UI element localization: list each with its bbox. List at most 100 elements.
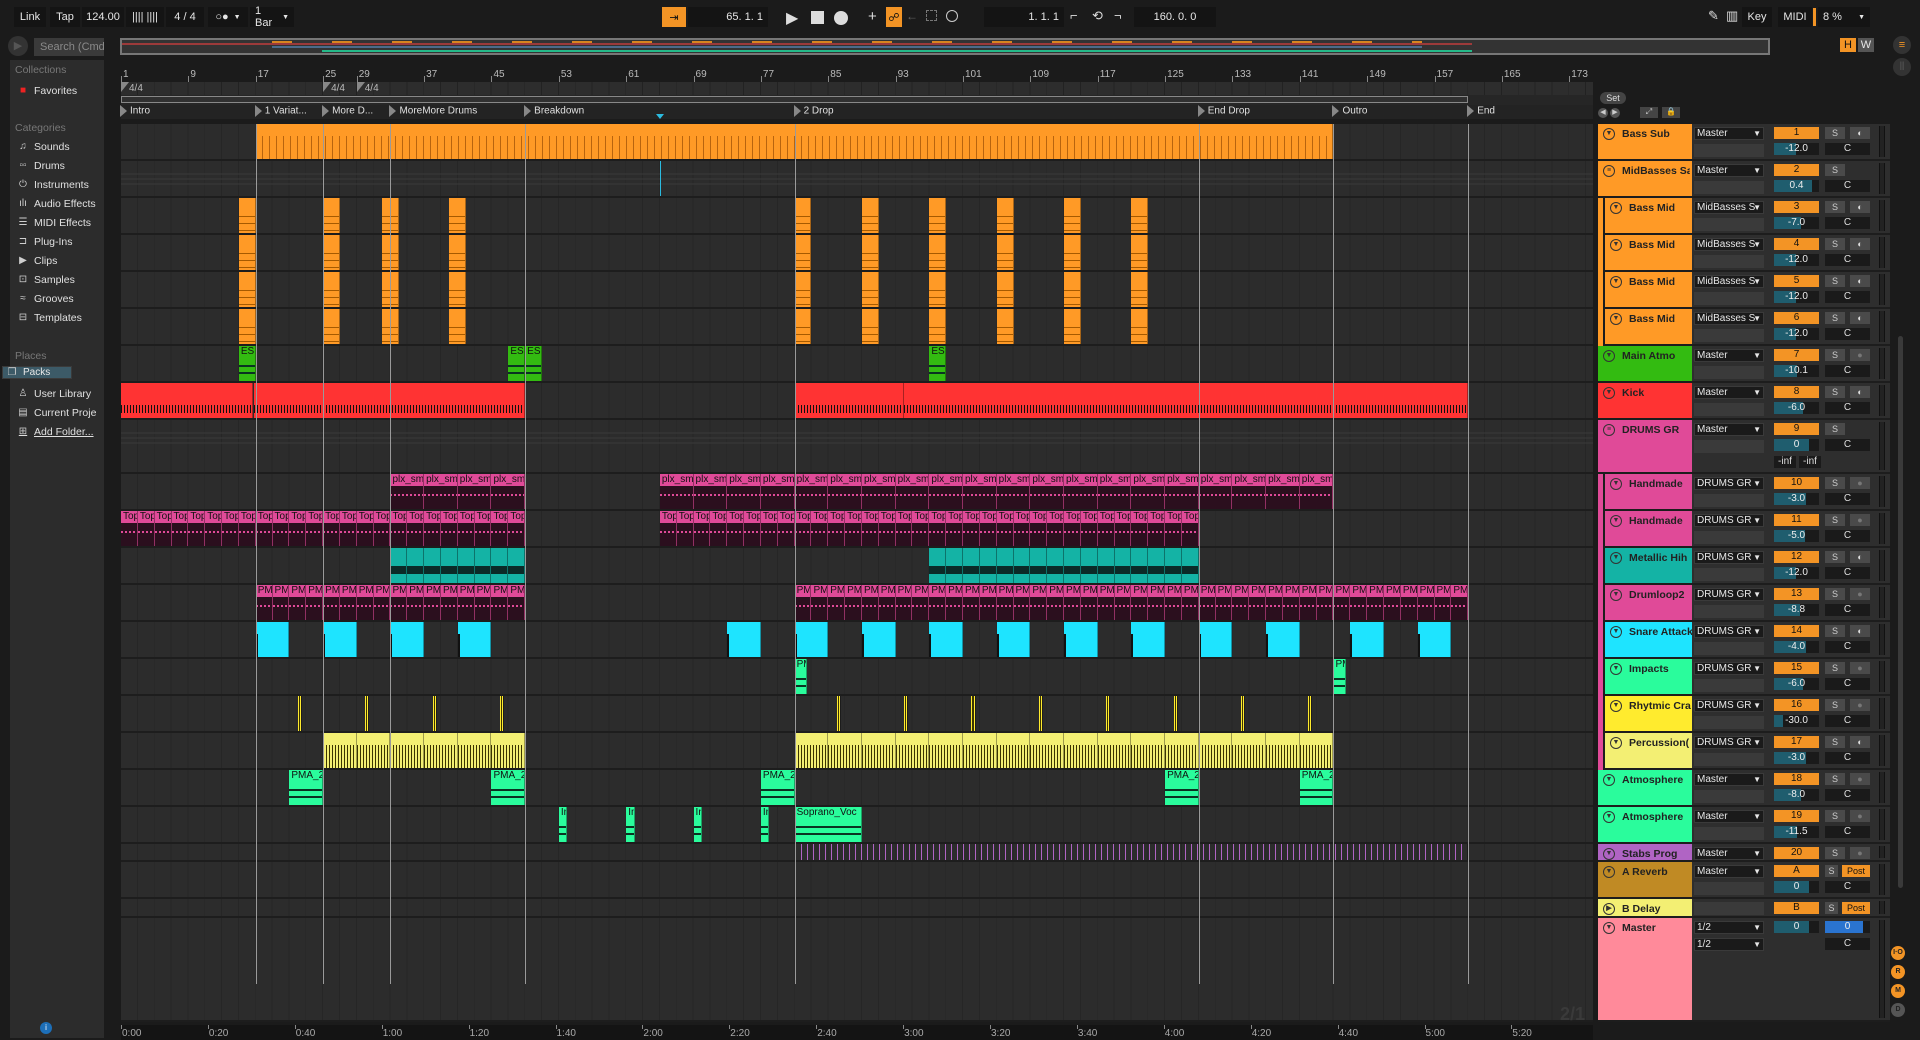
fold-icon[interactable]: ▼ [1603,866,1615,878]
clip[interactable] [1030,548,1048,583]
clip[interactable]: PM [895,585,913,620]
volume-field[interactable]: -6.0 [1774,678,1819,690]
clip[interactable]: Top [222,511,239,546]
pan-field[interactable]: C [1825,567,1870,579]
clip[interactable]: Top [424,511,441,546]
clip[interactable]: PM [979,585,997,620]
punch-in-icon[interactable]: ⌐ [1070,8,1078,23]
cue-volume-field[interactable]: 0 [1825,921,1870,933]
record-mode-toggle[interactable]: ○● ▼ [208,7,248,27]
track-name[interactable]: Handmade [1629,478,1697,490]
clip[interactable]: Top [373,511,391,546]
arrangement-position-field[interactable]: 65. 1. 1 [688,7,768,27]
clip[interactable]: PMA_2 [491,770,526,805]
clip[interactable] [1165,548,1182,583]
clip[interactable] [929,733,963,768]
track-activator-number[interactable]: 4 [1774,238,1819,250]
solo-button[interactable]: S [1825,588,1845,600]
clip[interactable] [963,733,997,768]
clip[interactable] [1131,622,1166,657]
clip[interactable] [390,733,425,768]
clip[interactable]: PM [1400,585,1418,620]
pan-field[interactable]: C [1825,365,1870,377]
fold-icon[interactable]: ▼ [1610,239,1622,251]
output-routing-select[interactable]: MidBasses S ▼ [1694,201,1764,214]
fold-icon[interactable]: ▼ [1610,313,1622,325]
track-header-stabs-prog[interactable]: ▼ Stabs Prog [1598,844,1692,862]
clip[interactable]: PM [491,585,509,620]
track-activator-number[interactable]: 19 [1774,810,1819,822]
track-header-drumloop2[interactable]: ▼ Drumloop2 [1603,585,1692,622]
clip[interactable]: plx_sm [1097,474,1132,509]
time-ruler[interactable]: 0:00 0:20 0:40 1:00 1:20 1:40 2:00 2:20 2:40 3:00… [121,1025,1593,1040]
track-header-bass-mid[interactable]: ▼ Bass Mid [1603,235,1692,272]
track-activator-number[interactable]: 6 [1774,312,1819,324]
clip[interactable] [1299,733,1334,768]
clip[interactable]: ESI [238,346,256,381]
clip[interactable] [979,548,997,583]
volume-field[interactable]: -7.0 [1774,217,1819,229]
clip[interactable] [1266,622,1300,657]
clip[interactable] [457,548,475,583]
clip[interactable] [255,622,290,657]
track-name[interactable]: Handmade [1629,515,1697,527]
track-header-midbasses-sa[interactable]: ≡ MidBasses Sa [1598,161,1692,198]
clip[interactable]: In [760,807,770,842]
collection-favorites[interactable]: ■ Favorites [10,82,104,99]
output-routing-select[interactable]: 1/2 ▼ [1694,938,1764,951]
clip[interactable]: PM [1333,659,1347,694]
expand-icon[interactable]: ⤢ [1640,107,1658,118]
track-name[interactable]: Bass Mid [1629,276,1697,288]
pan-field[interactable]: C [1825,530,1870,542]
clip[interactable] [794,383,905,418]
track-header-bass-mid[interactable]: ▼ Bass Mid [1603,272,1692,309]
clip[interactable] [794,272,812,307]
link-button[interactable]: Link [14,7,46,27]
clip[interactable] [1064,309,1081,344]
clip[interactable] [432,696,437,731]
track-activator-number[interactable]: 13 [1774,588,1819,600]
clip[interactable] [323,733,357,768]
clip[interactable]: Top [205,511,223,546]
set-locator-button[interactable]: Set [1600,92,1626,104]
clip[interactable]: Top [474,511,492,546]
clip[interactable] [365,696,370,731]
track-lane[interactable] [121,844,1593,862]
clip[interactable]: Top [845,511,862,546]
browser-search-input[interactable]: Search (Cmd [34,38,104,56]
volume-field[interactable]: 0.4 [1774,180,1819,192]
solo-button[interactable]: S [1825,514,1845,526]
clip[interactable]: plx_sm [491,474,526,509]
volume-field[interactable]: -12.0 [1774,254,1819,266]
clip[interactable]: Soprano_Voc [794,807,862,842]
clip[interactable]: PM [963,585,980,620]
solo-button[interactable]: S [1825,625,1845,637]
track-name[interactable]: MidBasses Sa [1622,165,1690,177]
fold-icon[interactable]: ≡ [1603,424,1615,436]
clip[interactable]: PM [474,585,492,620]
solo-button[interactable]: S [1825,699,1845,711]
track-name[interactable]: A Reverb [1622,866,1690,878]
clip[interactable]: Top [1148,511,1166,546]
clip[interactable]: Top [339,511,357,546]
clip[interactable]: PM [323,585,340,620]
track-header-metallic-hih[interactable]: ▼ Metallic Hih [1603,548,1692,585]
clip[interactable]: PM [1097,585,1115,620]
track-header-bass-mid[interactable]: ▼ Bass Mid [1603,198,1692,235]
clip[interactable]: plx_sm [1064,474,1098,509]
solo-button[interactable]: S [1825,847,1845,859]
track-lane[interactable]: In In In In Soprano_Voc [121,807,1593,844]
fold-icon[interactable]: ▼ [1610,478,1622,490]
track-name[interactable]: Metallic Hih [1629,552,1697,564]
clip[interactable] [1047,548,1065,583]
output-routing-select[interactable]: DRUMS GR ▼ [1694,699,1764,712]
pan-field[interactable]: C [1825,938,1870,950]
track-activator-number[interactable]: 1 [1774,127,1819,139]
clip[interactable]: PM [508,585,526,620]
track-lane[interactable] [121,899,1593,918]
track-header-rhytmic-cra[interactable]: ▼ Rhytmic Cra [1603,696,1692,733]
clip[interactable] [1013,548,1031,583]
clip[interactable] [356,733,391,768]
track-lane[interactable] [121,272,1593,309]
automation-arm-button[interactable]: ☍ [886,7,902,27]
